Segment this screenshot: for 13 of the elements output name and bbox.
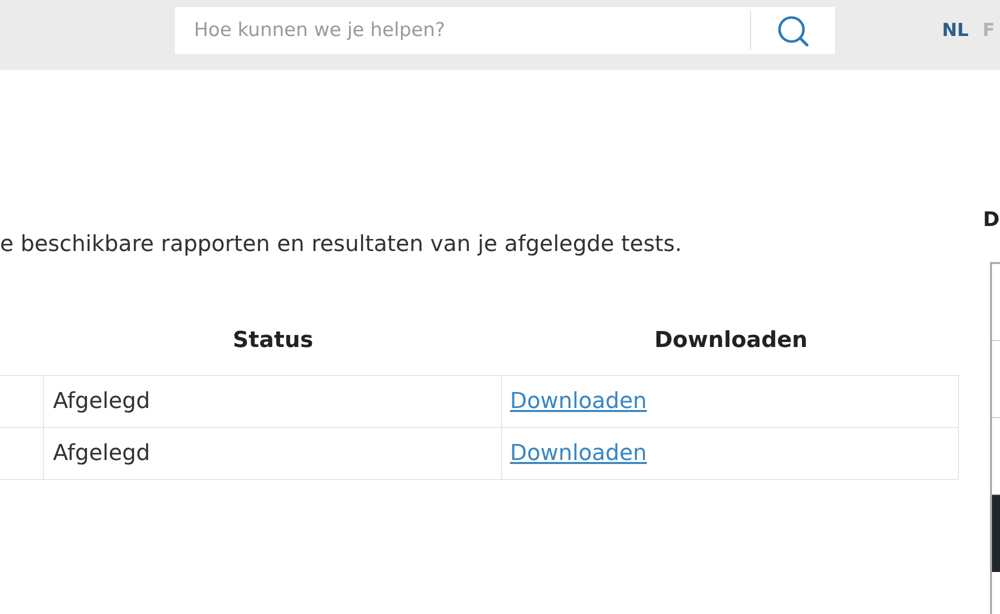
language-link[interactable]: NL bbox=[942, 19, 969, 43]
status-text: Afgelegd bbox=[53, 388, 150, 416]
search-button[interactable] bbox=[751, 7, 835, 54]
column-header: Status bbox=[232, 327, 314, 355]
download-link[interactable]: Downloaden bbox=[510, 440, 647, 468]
search-icon bbox=[777, 14, 809, 46]
status-text: Afgelegd bbox=[53, 440, 150, 468]
column-header: Downloaden bbox=[654, 327, 808, 355]
panel-heading: D bbox=[983, 206, 1000, 233]
side-panel-item[interactable] bbox=[992, 495, 1000, 572]
search-field[interactable]: Hoe kunnen we je helpen? bbox=[175, 7, 750, 54]
download-link[interactable]: Downloaden bbox=[510, 388, 647, 416]
intro-text: e beschikbare rapporten en resultaten van je afgelegde tests. bbox=[0, 231, 682, 259]
